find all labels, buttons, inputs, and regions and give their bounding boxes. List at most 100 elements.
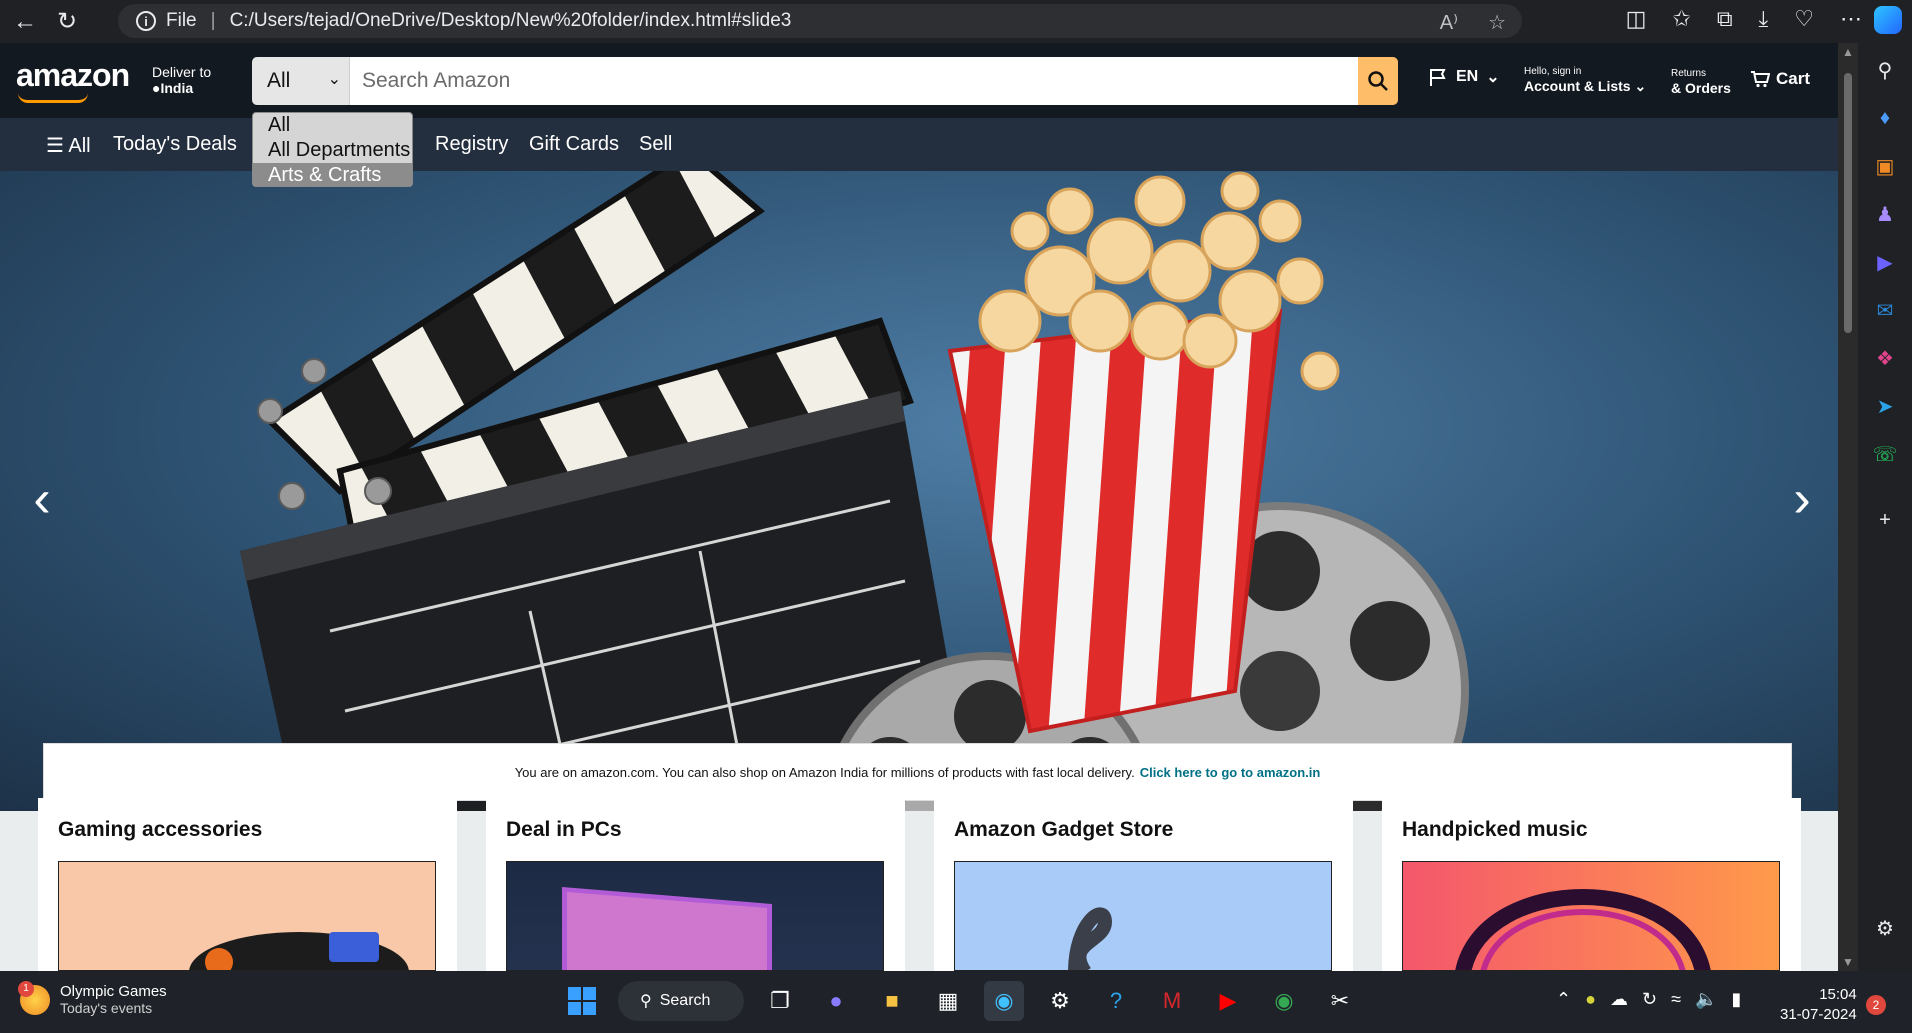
widget-badge: 1 [18,980,34,997]
amazon-logo[interactable]: amazon [16,57,130,94]
read-aloud-icon[interactable]: A⁾ [1440,10,1458,35]
task-view-icon[interactable]: ❐ [760,981,800,1021]
tools-briefcase-icon[interactable]: ▣ [1872,153,1898,179]
card-title: Gaming accessories [58,818,263,841]
card-image[interactable] [506,861,884,971]
split-screen-icon[interactable]: ◫ [1626,6,1647,32]
deliver-label: Deliver to [152,64,212,80]
edge-sidebar: ⚲ ♦ ▣ ♟ ▶ ✉ ❖ ➤ ☏ + ⚙ [1858,43,1912,971]
card-title: Amazon Gadget Store [954,818,1174,841]
url-text[interactable]: C:/Users/tejad/OneDrive/Desktop/New%20fo… [230,10,792,32]
all-menu-button[interactable]: ☰ All [46,133,91,158]
card-image[interactable] [58,861,436,971]
refresh-icon[interactable]: ↻ [50,5,84,39]
scroll-up-icon[interactable]: ▲ [1842,45,1854,59]
search-button[interactable] [1358,57,1398,105]
cart-label: Cart [1776,69,1811,88]
scroll-down-icon[interactable]: ▼ [1842,955,1854,969]
collections-icon[interactable]: ⧉ [1717,6,1733,32]
card-deal-in-pcs[interactable]: Deal in PCs [486,798,905,971]
snipping-tool-icon[interactable]: ✂ [1320,981,1360,1021]
sync-icon[interactable]: ↻ [1642,989,1657,1010]
windows-start-icon[interactable] [562,981,602,1021]
carousel-prev-button[interactable]: ‹ [22,469,62,529]
chevron-up-icon[interactable]: ⌃ [1556,989,1571,1010]
page-scrollbar[interactable]: ▲ ▼ [1838,43,1858,971]
hero-image [240,171,1469,811]
battery-icon[interactable]: ▮ [1731,989,1741,1010]
address-separator: | [210,10,216,31]
dropdown-option-all-departments[interactable]: All Departments [253,138,412,163]
card-title: Deal in PCs [506,818,622,841]
back-icon[interactable]: ← [8,5,42,39]
browser-essentials-icon[interactable]: ♡ [1794,6,1814,32]
favorite-star-icon[interactable]: ☆ [1488,10,1506,35]
region-notice: You are on amazon.com. You can also shop… [43,743,1792,801]
notification-badge[interactable]: 2 [1866,995,1886,1015]
language-selector[interactable]: EN ⌄ [1428,67,1500,87]
downloads-icon[interactable]: ⤓ [1759,6,1769,32]
account-menu[interactable]: Hello, sign in Account & Lists ⌄ [1524,65,1646,93]
youtube-icon[interactable]: ▶ [1208,981,1248,1021]
app-icon[interactable]: ⚙ [1040,981,1080,1021]
nav-registry[interactable]: Registry [435,133,508,156]
info-icon[interactable]: i [136,11,156,31]
outlook-icon[interactable]: ✉ [1872,297,1898,323]
dropdown-option-arts-crafts[interactable]: Arts & Crafts [253,163,412,186]
microsoft-store-icon[interactable]: ▦ [928,981,968,1021]
carousel-next-button[interactable]: › [1782,469,1822,529]
card-handpicked-music[interactable]: Handpicked music [1382,798,1801,971]
whatsapp-icon[interactable]: ☏ [1872,441,1898,467]
dropdown-option-all[interactable]: All [253,113,412,138]
chrome-icon[interactable]: ◉ [1264,981,1304,1021]
card-title: Handpicked music [1402,818,1588,841]
favorites-icon[interactable]: ✩ [1672,6,1690,32]
sidebar-settings-icon[interactable]: ⚙ [1872,915,1898,941]
nav-sell[interactable]: Sell [639,133,672,156]
chat-icon[interactable]: ● [816,981,856,1021]
gaming-controller-image [189,932,409,970]
card-image[interactable] [1402,861,1780,971]
tray-app-icon[interactable]: ● [1585,989,1596,1010]
search-category-select[interactable]: All ⌄ [252,57,350,105]
add-sidebar-app-icon[interactable]: + [1872,507,1898,533]
onedrive-icon[interactable]: ☁ [1610,989,1628,1010]
cart-button[interactable]: Cart [1750,69,1810,89]
address-bar[interactable]: i File | C:/Users/tejad/OneDrive/Desktop… [118,4,1522,38]
widget-icon: 1 [18,980,50,1015]
telegram-icon[interactable]: ➤ [1872,393,1898,419]
help-icon[interactable]: ? [1096,981,1136,1021]
shopping-tag-icon[interactable]: ♦ [1872,105,1898,131]
system-clock[interactable]: 15:04 31-07-2024 [1780,985,1857,1025]
search-category-value: All [267,69,291,92]
sidebar-search-icon[interactable]: ⚲ [1872,57,1898,83]
file-label: File [166,10,197,31]
cart-icon [1751,71,1770,88]
more-menu-icon[interactable]: ⋯ [1840,6,1862,32]
weather-widget[interactable]: 1 Olympic Games Today's events [18,980,167,1016]
mcafee-icon[interactable]: M [1152,981,1192,1021]
returns-orders[interactable]: Returns & Orders [1671,67,1731,95]
card-image[interactable] [954,861,1332,971]
card-gaming-accessories[interactable]: Gaming accessories [38,798,457,971]
scroll-thumb[interactable] [1844,73,1852,333]
nav-todays-deals[interactable]: Today's Deals [113,133,237,156]
file-explorer-icon[interactable]: ■ [872,981,912,1021]
windows-logo-icon [568,987,596,1015]
games-icon[interactable]: ♟ [1872,201,1898,227]
card-amazon-gadget-store[interactable]: Amazon Gadget Store [934,798,1353,971]
wifi-icon[interactable]: ≈ [1671,989,1681,1010]
copilot-icon[interactable] [1874,6,1902,34]
nav-gift-cards[interactable]: Gift Cards [529,133,619,156]
notice-text: You are on amazon.com. You can also shop… [514,764,1135,780]
browser-toolbar: ← ↻ i File | C:/Users/tejad/OneDrive/Des… [0,0,1912,43]
copilot-app-icon[interactable]: ▶ [1872,249,1898,275]
amazon-in-link[interactable]: Click here to go to amazon.in [1140,765,1321,780]
logo-smile-icon [18,93,88,103]
edge-browser-icon[interactable]: ◉ [984,981,1024,1021]
deliver-to[interactable]: Deliver to ●India [152,64,211,96]
search-input[interactable] [350,57,1358,105]
designer-icon[interactable]: ❖ [1872,345,1898,371]
taskbar-search[interactable]: ⚲ Search [618,981,744,1021]
volume-muted-icon[interactable]: 🔈 [1695,989,1717,1010]
